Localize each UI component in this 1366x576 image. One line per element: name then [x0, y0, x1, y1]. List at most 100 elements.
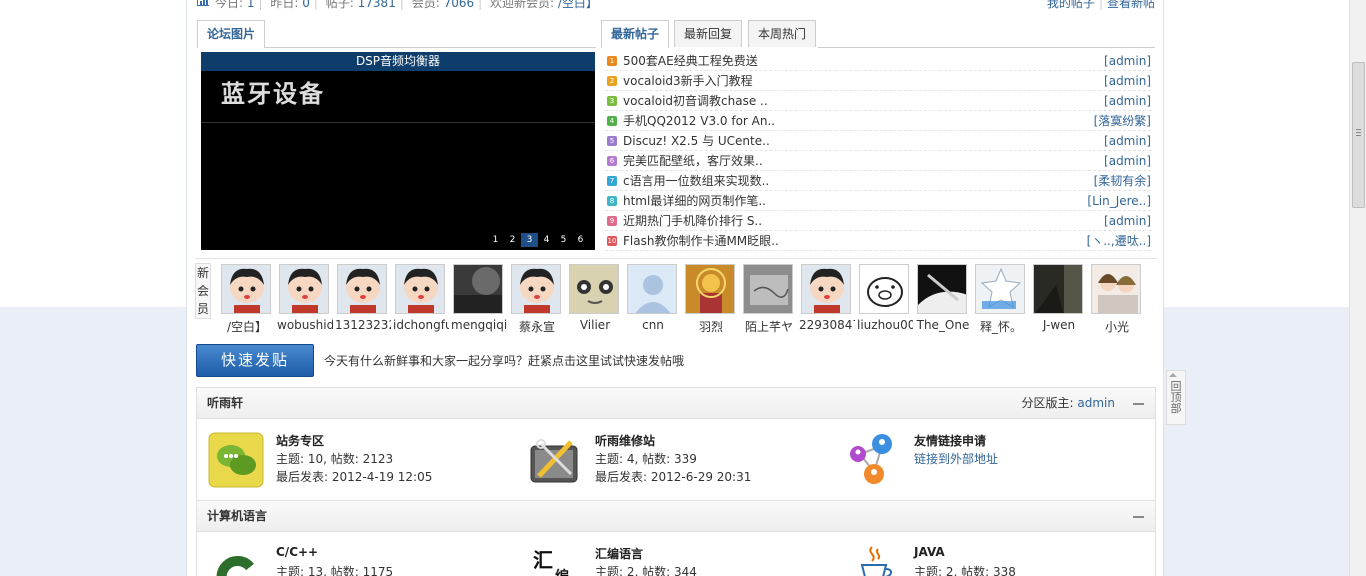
- slide-page-1[interactable]: 1: [487, 233, 504, 247]
- member-name-link[interactable]: mengqiqik: [451, 318, 507, 332]
- tab-weekly-hot[interactable]: 本周热门: [748, 20, 817, 47]
- member-item[interactable]: 陌上芊ヤ: [741, 264, 795, 335]
- thread-author-link[interactable]: [柔韧有余]: [1094, 171, 1151, 191]
- member-item[interactable]: mengqiqik: [451, 264, 507, 332]
- forum-name[interactable]: C/C++: [276, 545, 318, 559]
- avatar[interactable]: [221, 264, 271, 314]
- tab-latest-posts[interactable]: 最新帖子: [601, 20, 670, 48]
- thread-title-link[interactable]: c语言用一位数组来实现数..: [623, 171, 769, 191]
- member-name-link[interactable]: Vilier: [567, 318, 623, 332]
- slide-page-4[interactable]: 4: [538, 233, 555, 247]
- member-item[interactable]: The_One: [915, 264, 969, 332]
- member-name-link[interactable]: J-wen: [1031, 318, 1087, 332]
- forum-name[interactable]: JAVA: [914, 545, 945, 559]
- page-scrollbar[interactable]: [1349, 0, 1366, 576]
- member-name-link[interactable]: 释_怀。: [973, 318, 1029, 335]
- forum-name[interactable]: 听雨维修站: [595, 432, 655, 449]
- member-item[interactable]: liuzhou007: [857, 264, 913, 332]
- avatar[interactable]: [801, 264, 851, 314]
- member-name-link[interactable]: wobushida: [277, 318, 333, 332]
- member-name-link[interactable]: /空白】: [219, 318, 275, 335]
- avatar[interactable]: [627, 264, 677, 314]
- member-item[interactable]: 13123232: [335, 264, 391, 332]
- thread-author-link[interactable]: [admin]: [1104, 91, 1151, 111]
- avatar[interactable]: [569, 264, 619, 314]
- quick-post-hint[interactable]: 今天有什么新鲜事和大家一起分享吗？赶紧点击这里试试快速发帖哦: [324, 352, 684, 369]
- slide-page-3[interactable]: 3: [521, 233, 538, 247]
- avatar[interactable]: [337, 264, 387, 314]
- member-item[interactable]: /空白】: [219, 264, 273, 335]
- forum-name[interactable]: 汇编语言: [595, 545, 643, 562]
- tab-latest-replies[interactable]: 最新回复: [674, 20, 743, 47]
- member-item[interactable]: J-wen: [1031, 264, 1085, 332]
- member-name-link[interactable]: The_One: [915, 318, 971, 332]
- thread-title-link[interactable]: 手机QQ2012 V3.0 for An..: [623, 111, 775, 131]
- collapse-icon[interactable]: [1133, 403, 1144, 405]
- thread-title-link[interactable]: Discuz! X2.5 与 UCente..: [623, 131, 770, 151]
- tab-forum-images[interactable]: 论坛图片: [197, 20, 266, 48]
- scrollbar-thumb[interactable]: [1352, 62, 1365, 208]
- thread-title-link[interactable]: Flash教你制作卡通MM眨眼..: [623, 231, 779, 251]
- member-name-link[interactable]: 陌上芊ヤ: [741, 318, 797, 335]
- avatar[interactable]: [743, 264, 793, 314]
- avatar[interactable]: [917, 264, 967, 314]
- member-item[interactable]: wobushida: [277, 264, 333, 332]
- member-item[interactable]: 小光: [1089, 264, 1143, 335]
- thread-author-link[interactable]: [Lin_Jere..]: [1087, 191, 1151, 211]
- slide-page-5[interactable]: 5: [555, 233, 572, 247]
- thread-author-link[interactable]: [admin]: [1104, 151, 1151, 171]
- member-name-link[interactable]: 羽烈: [683, 318, 739, 335]
- member-item[interactable]: cnn: [625, 264, 679, 332]
- member-name-link[interactable]: liuzhou007: [857, 318, 913, 332]
- my-posts-link[interactable]: 我的帖子: [1047, 0, 1095, 10]
- view-new-posts-link[interactable]: 查看新帖: [1107, 0, 1155, 10]
- quick-post-button[interactable]: 快速发贴: [196, 344, 314, 377]
- avatar[interactable]: [859, 264, 909, 314]
- member-item[interactable]: Vilier: [567, 264, 621, 332]
- thread-author-link[interactable]: [落寞纷繁]: [1094, 111, 1151, 131]
- member-item[interactable]: idchongfu: [393, 264, 449, 332]
- back-to-top-button[interactable]: 回顶部: [1166, 370, 1186, 425]
- member-name-link[interactable]: 蔡永宣: [509, 318, 565, 335]
- image-slideshow[interactable]: DSP音频均衡器 蓝牙设备 1 2 3 4 5 6: [201, 52, 595, 250]
- rank-number-icon: 5: [607, 136, 617, 146]
- member-item[interactable]: 蔡永宣: [509, 264, 563, 335]
- thread-title-link[interactable]: vocaloid初音调教chase ..: [623, 91, 768, 111]
- thread-title-link[interactable]: 近期热门手机降价排行 S..: [623, 211, 762, 231]
- member-item[interactable]: 释_怀。: [973, 264, 1027, 335]
- member-name-link[interactable]: 13123232: [335, 318, 391, 332]
- slide-page-6[interactable]: 6: [572, 233, 589, 247]
- member-item[interactable]: 羽烈: [683, 264, 737, 335]
- thread-title-link[interactable]: vocaloid3新手入门教程: [623, 71, 753, 91]
- newest-member-link[interactable]: /空白】: [558, 0, 598, 10]
- avatar[interactable]: [1091, 264, 1141, 314]
- avatar[interactable]: [511, 264, 561, 314]
- moderator-link[interactable]: admin: [1077, 396, 1115, 410]
- section-title[interactable]: 听雨轩: [207, 388, 243, 419]
- member-item[interactable]: 22930847:: [799, 264, 855, 332]
- thread-author-link[interactable]: [admin]: [1104, 211, 1151, 231]
- member-name-link[interactable]: 22930847:: [799, 318, 855, 332]
- member-name-link[interactable]: idchongfu: [393, 318, 449, 332]
- forum-name[interactable]: 友情链接申请: [914, 432, 986, 449]
- thread-author-link[interactable]: [admin]: [1104, 51, 1151, 71]
- section-title[interactable]: 计算机语言: [207, 501, 267, 532]
- thread-author-link[interactable]: [admin]: [1104, 131, 1151, 151]
- external-link[interactable]: 链接到外部地址: [914, 450, 998, 467]
- avatar[interactable]: [453, 264, 503, 314]
- thread-author-link[interactable]: [ヽ..,遷呔..]: [1087, 231, 1151, 251]
- forum-name[interactable]: 站务专区: [276, 432, 324, 449]
- thread-title-link[interactable]: 500套AE经典工程免费送: [623, 51, 758, 71]
- thread-title-link[interactable]: html最详细的网页制作笔..: [623, 191, 766, 211]
- member-name-link[interactable]: 小光: [1089, 318, 1145, 335]
- avatar[interactable]: [685, 264, 735, 314]
- avatar[interactable]: [279, 264, 329, 314]
- thread-author-link[interactable]: [admin]: [1104, 71, 1151, 91]
- avatar[interactable]: [395, 264, 445, 314]
- collapse-icon[interactable]: [1133, 516, 1144, 518]
- slide-page-2[interactable]: 2: [504, 233, 521, 247]
- avatar[interactable]: [1033, 264, 1083, 314]
- avatar[interactable]: [975, 264, 1025, 314]
- member-name-link[interactable]: cnn: [625, 318, 681, 332]
- thread-title-link[interactable]: 完美匹配壁纸，客厅效果..: [623, 151, 763, 171]
